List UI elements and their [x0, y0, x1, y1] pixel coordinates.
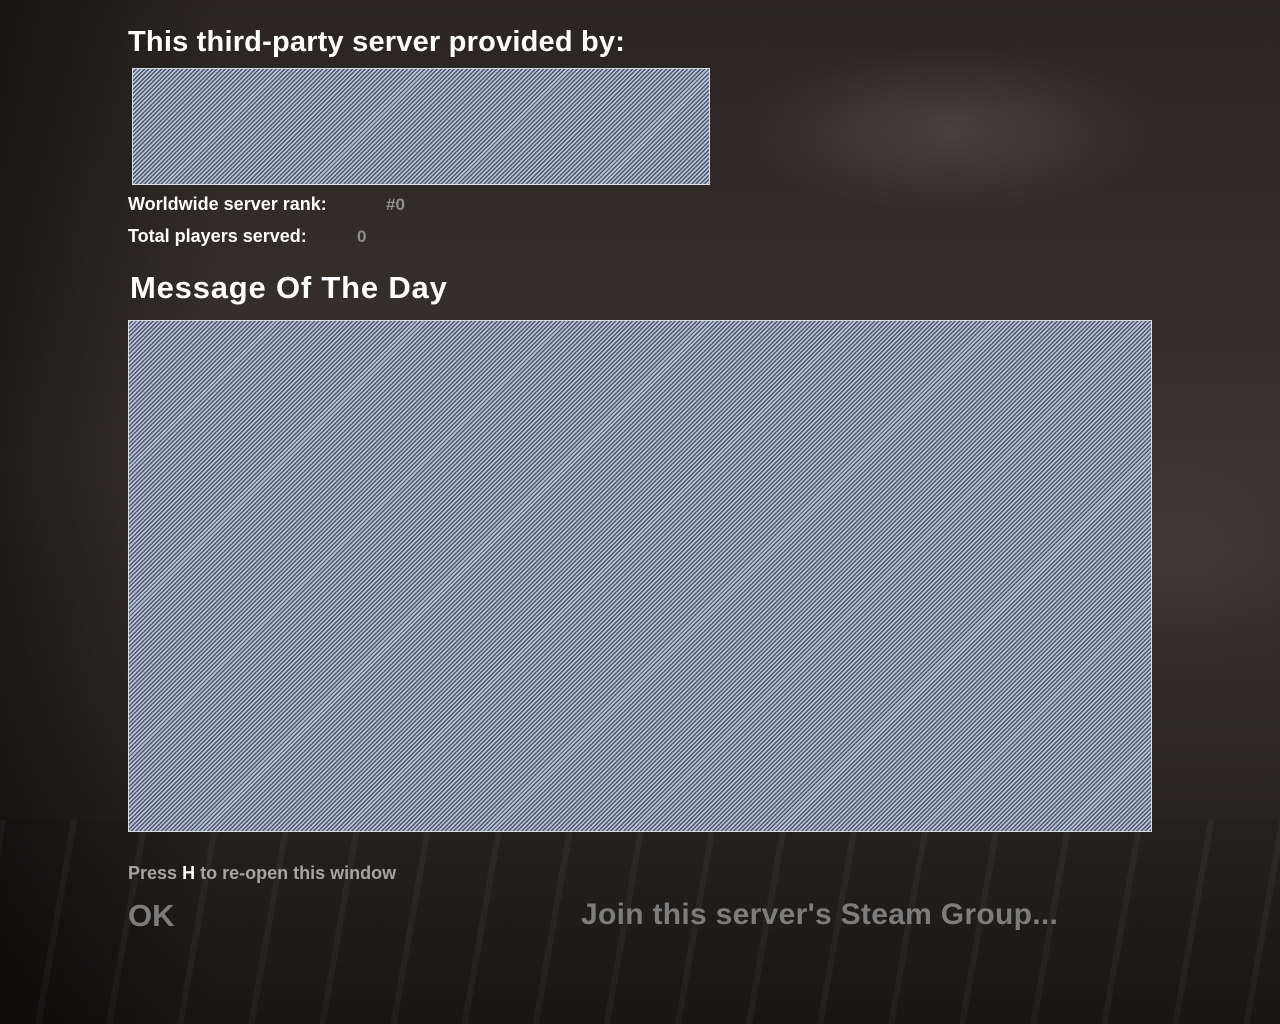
server-rank-label: Worldwide server rank: [128, 194, 327, 214]
motd-heading: Message Of The Day [130, 270, 448, 305]
ok-button[interactable]: OK [128, 898, 175, 934]
motd-content-panel[interactable] [128, 320, 1152, 832]
server-logo-image [132, 68, 710, 185]
server-rank-value: #0 [386, 195, 405, 214]
join-steam-group-button[interactable]: Join this server's Steam Group... [581, 898, 1058, 932]
hint-rest-text: to re-open this window [200, 863, 397, 883]
reopen-hint: Press H to re-open this window [128, 863, 396, 884]
hint-key: H [182, 863, 196, 883]
server-provider-title: This third-party server provided by: [128, 26, 626, 58]
players-served-value: 0 [357, 227, 367, 246]
players-served-label: Total players served: [128, 226, 307, 246]
hint-press-text: Press [128, 863, 178, 883]
